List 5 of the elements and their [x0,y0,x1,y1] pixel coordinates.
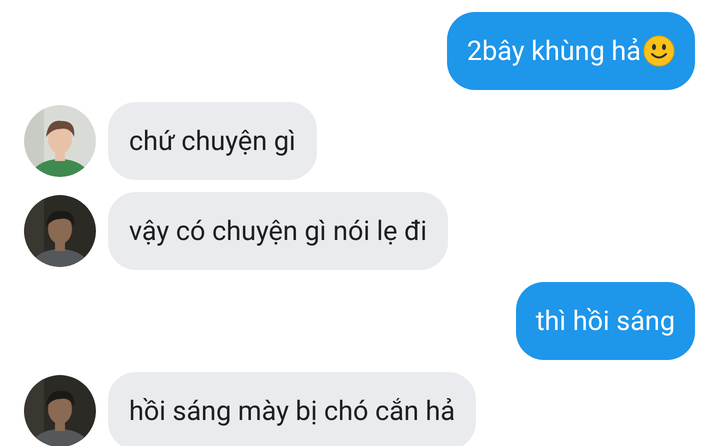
message-text: chứ chuyện gì [129,124,296,159]
message-text: thì hồi sáng [536,304,675,339]
message-text: vậy có chuyện gì nói lẹ đi [129,214,427,249]
message-text: 2bây khùng hả [466,34,641,69]
message-text: hồi sáng mày bị chó cắn hả [129,394,456,429]
